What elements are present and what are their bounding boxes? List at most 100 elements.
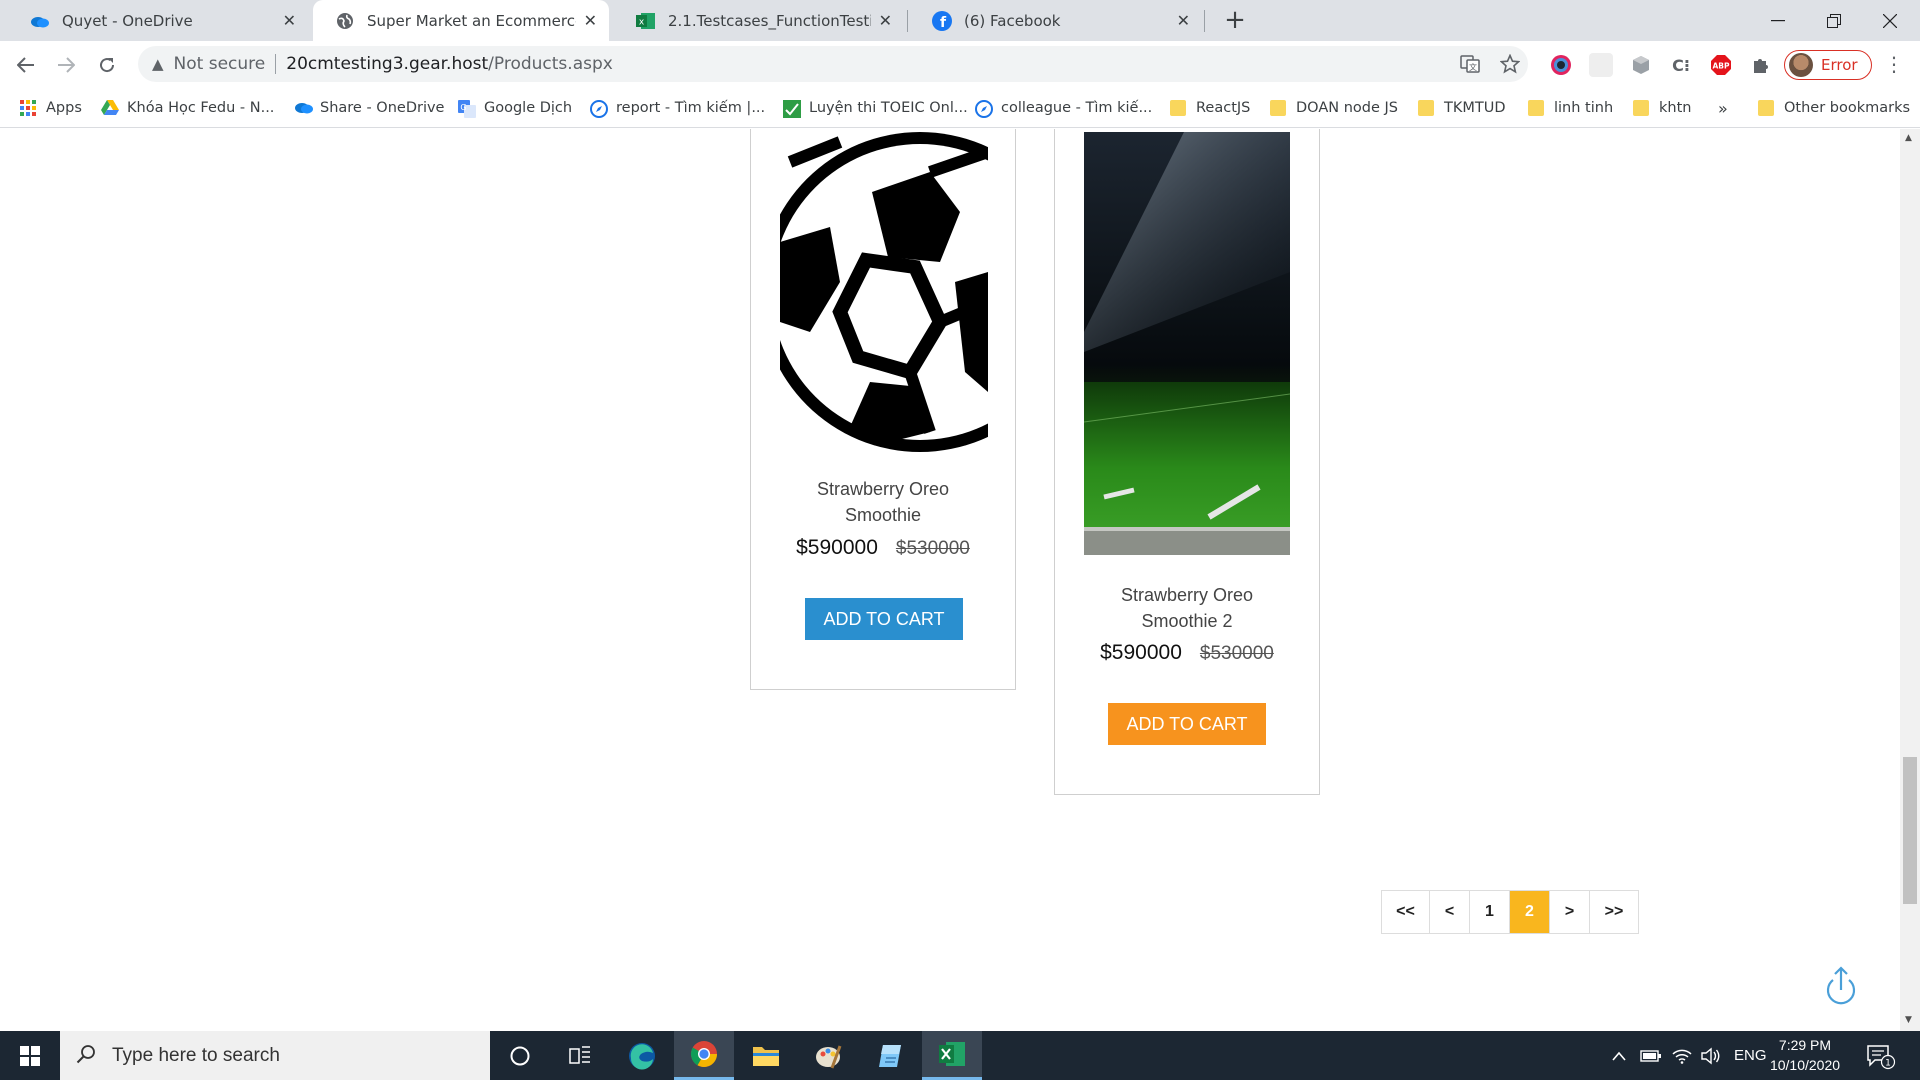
puzzle-extensions-icon[interactable] xyxy=(1749,53,1773,77)
tab-facebook[interactable]: f (6) Facebook ✕ xyxy=(910,0,1202,41)
back-arrow-icon[interactable] xyxy=(10,49,42,81)
notification-center-icon[interactable]: 1 xyxy=(1866,1031,1896,1080)
wifi-icon[interactable] xyxy=(1672,1031,1692,1080)
bookmark-label: linh tinh xyxy=(1554,100,1614,116)
close-icon[interactable]: ✕ xyxy=(584,11,597,30)
close-icon[interactable]: ✕ xyxy=(1177,11,1190,30)
file-explorer-icon[interactable] xyxy=(736,1031,796,1080)
folder-icon xyxy=(1418,100,1434,116)
battery-icon[interactable] xyxy=(1640,1031,1662,1080)
product-name[interactable]: Strawberry Oreo Smoothie 2 xyxy=(1055,582,1319,634)
tab-testcases-excel[interactable]: x 2.1.Testcases_FunctionTesting.xlsx ✕ xyxy=(614,0,904,41)
paint-icon[interactable] xyxy=(798,1031,858,1080)
minimize-icon[interactable] xyxy=(1750,0,1806,41)
close-icon[interactable]: ✕ xyxy=(879,11,892,30)
scroll-down-arrow-icon[interactable]: ▼ xyxy=(1905,1015,1912,1025)
notepad-icon[interactable] xyxy=(860,1031,920,1080)
close-icon[interactable]: ✕ xyxy=(283,11,296,30)
scrollbar-thumb[interactable] xyxy=(1903,757,1917,904)
system-clock[interactable]: 7:29 PM 10/10/2020 xyxy=(1760,1035,1850,1075)
pagination-page-2[interactable]: 2 xyxy=(1510,891,1550,933)
bookmark-folder-khtn[interactable]: khtn xyxy=(1633,88,1691,128)
other-bookmarks[interactable]: Other bookmarks xyxy=(1758,88,1910,128)
bookmark-toeic[interactable]: Luyện thi TOEIC Onl... xyxy=(783,88,968,128)
add-to-cart-button[interactable]: ADD TO CART xyxy=(1108,703,1266,745)
url-host: 20cmtesting3.gear.host xyxy=(286,54,489,74)
pagination-first[interactable]: << xyxy=(1382,891,1430,933)
tab-label: (6) Facebook xyxy=(964,11,1061,30)
pagination-page-1[interactable]: 1 xyxy=(1470,891,1510,933)
adblock-plus-icon[interactable]: ABP xyxy=(1709,53,1733,77)
tab-separator xyxy=(907,10,908,32)
tab-label: Super Market an Ecommerce Onl xyxy=(367,11,576,30)
bookmark-label: khtn xyxy=(1659,100,1692,116)
apps-grid-icon xyxy=(20,100,36,116)
product-old-price: $530000 xyxy=(1199,643,1274,664)
add-to-cart-button[interactable]: ADD TO CART xyxy=(805,598,963,640)
show-hidden-icons-icon[interactable] xyxy=(1612,1031,1626,1080)
cube-extension-icon[interactable] xyxy=(1629,53,1653,77)
chrome-taskbar-icon[interactable] xyxy=(674,1031,734,1080)
tab-label: 2.1.Testcases_FunctionTesting.xlsx xyxy=(668,11,871,30)
bookmarks-overflow-button[interactable]: » xyxy=(1718,88,1728,128)
soccer-ball-image[interactable] xyxy=(780,132,988,462)
scroll-to-top-icon[interactable] xyxy=(1823,966,1859,1006)
translate-icon[interactable]: 文 xyxy=(1460,46,1480,82)
product-card: Strawberry Oreo Smoothie $590000 $530000… xyxy=(750,129,1016,690)
close-window-icon[interactable] xyxy=(1862,0,1918,41)
tab-onedrive[interactable]: Quyet - OneDrive ✕ xyxy=(8,0,308,41)
compass-icon xyxy=(590,100,608,118)
tab-super-market[interactable]: Super Market an Ecommerce Onl ✕ xyxy=(313,0,609,41)
restore-icon[interactable] xyxy=(1806,0,1862,41)
bookmark-label: Luyện thi TOEIC Onl... xyxy=(809,100,968,116)
bookmarks-bar: Apps Khóa Học Fedu - N... Share - OneDri… xyxy=(0,88,1920,128)
svg-text:x: x xyxy=(639,17,645,27)
tab-label: Quyet - OneDrive xyxy=(62,11,193,30)
svg-text:文: 文 xyxy=(1469,62,1477,72)
forward-arrow-icon[interactable] xyxy=(50,49,82,81)
pagination-next[interactable]: > xyxy=(1550,891,1590,933)
new-tab-button[interactable]: + xyxy=(1220,4,1250,36)
bookmark-star-icon[interactable] xyxy=(1500,46,1520,82)
folder-icon xyxy=(1170,100,1186,116)
cortana-icon[interactable] xyxy=(490,1031,550,1080)
bookmark-google-dich[interactable]: G Google Dịch xyxy=(458,88,572,128)
bookmark-khoa-hoc-fedu[interactable]: Khóa Học Fedu - N... xyxy=(101,88,274,128)
excel-taskbar-icon[interactable] xyxy=(922,1031,982,1080)
color-picker-extension-icon[interactable] xyxy=(1549,53,1573,77)
volume-icon[interactable] xyxy=(1700,1031,1722,1080)
bookmark-report[interactable]: report - Tìm kiếm |... xyxy=(590,88,765,128)
onedrive-icon xyxy=(294,100,313,116)
bookmark-colleague[interactable]: colleague - Tìm kiế... xyxy=(975,88,1152,128)
bookmark-label: ReactJS xyxy=(1196,100,1251,116)
blank-extension-icon[interactable] xyxy=(1589,53,1613,77)
bookmark-folder-reactjs[interactable]: ReactJS xyxy=(1170,88,1250,128)
bookmark-folder-tkmtud[interactable]: TKMTUD xyxy=(1418,88,1506,128)
bookmark-label: Khóa Học Fedu - N... xyxy=(127,100,275,116)
profile-error-label: Error xyxy=(1821,56,1858,74)
taskbar-search-box[interactable]: Type here to search xyxy=(60,1031,490,1080)
bookmark-label: Other bookmarks xyxy=(1784,100,1911,116)
compass-icon xyxy=(975,100,993,118)
stadium-field-image[interactable] xyxy=(1084,132,1290,555)
code-extension-icon[interactable]: C⁝ xyxy=(1669,53,1693,77)
clock-date: 10/10/2020 xyxy=(1769,1057,1841,1073)
excel-icon: x xyxy=(636,11,656,31)
pagination-prev[interactable]: < xyxy=(1430,891,1470,933)
task-view-icon[interactable] xyxy=(550,1031,610,1080)
page-scrollbar[interactable]: ▲ ▼ xyxy=(1900,129,1920,1031)
profile-button[interactable]: Error xyxy=(1784,50,1872,80)
windows-start-icon[interactable] xyxy=(0,1031,60,1080)
url-path: /Products.aspx xyxy=(488,54,613,74)
bookmark-share-onedrive[interactable]: Share - OneDrive xyxy=(294,88,444,128)
bookmark-apps[interactable]: Apps xyxy=(20,88,82,128)
bookmark-folder-doan-node-js[interactable]: DOAN node JS xyxy=(1270,88,1398,128)
bookmark-folder-linh-tinh[interactable]: linh tinh xyxy=(1528,88,1613,128)
product-name[interactable]: Strawberry Oreo Smoothie xyxy=(751,476,1015,528)
pagination-last[interactable]: >> xyxy=(1590,891,1638,933)
address-bar[interactable]: ▲ Not secure 20cmtesting3.gear.host /Pro… xyxy=(138,46,1528,82)
menu-kebab-icon[interactable]: ⋮ xyxy=(1884,52,1904,76)
reload-icon[interactable] xyxy=(91,49,123,81)
edge-browser-icon[interactable] xyxy=(612,1031,672,1080)
scroll-up-arrow-icon[interactable]: ▲ xyxy=(1905,133,1912,143)
